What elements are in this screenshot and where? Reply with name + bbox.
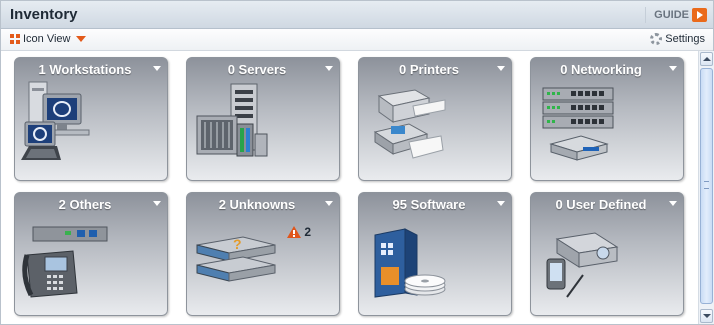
guide-button[interactable]: GUIDE bbox=[645, 7, 707, 23]
inventory-panel: Inventory GUIDE Icon View Settings 1 Wor… bbox=[0, 0, 714, 325]
tile-menu-chevron-icon[interactable] bbox=[497, 201, 505, 206]
scroll-up-button[interactable] bbox=[700, 52, 713, 66]
software-box-icon bbox=[374, 228, 446, 298]
tile-menu-chevron-icon[interactable] bbox=[325, 201, 333, 206]
tile-menu-chevron-icon[interactable] bbox=[669, 66, 677, 71]
tile-label: 2 Others bbox=[58, 197, 112, 212]
tile-servers[interactable]: 0 Servers bbox=[186, 57, 340, 181]
tile-label: 2 Unknowns bbox=[218, 197, 296, 212]
grid-icon bbox=[10, 34, 20, 44]
unknown-device-icon: ? bbox=[196, 236, 276, 282]
tile-label: 0 Servers bbox=[227, 62, 287, 77]
settings-button[interactable]: Settings bbox=[650, 33, 705, 45]
panel-title: Inventory bbox=[10, 6, 78, 23]
tile-networking[interactable]: 0 Networking bbox=[530, 57, 684, 181]
tile-label: 0 User Defined bbox=[555, 197, 647, 212]
tile-unknowns[interactable]: 2 Unknowns 2 ? bbox=[186, 192, 340, 316]
tile-menu-chevron-icon[interactable] bbox=[325, 66, 333, 71]
scroll-down-button[interactable] bbox=[700, 309, 713, 323]
user-defined-device-icon bbox=[546, 232, 619, 298]
network-switch-icon bbox=[542, 87, 614, 161]
warning-icon bbox=[287, 226, 302, 238]
scroll-thumb[interactable] bbox=[700, 68, 713, 304]
view-selector-label: Icon View bbox=[23, 33, 71, 45]
tile-label: 95 Software bbox=[392, 197, 466, 212]
settings-label: Settings bbox=[665, 33, 705, 45]
alert-count: 2 bbox=[304, 225, 311, 239]
tile-menu-chevron-icon[interactable] bbox=[669, 201, 677, 206]
tile-printers[interactable]: 0 Printers bbox=[358, 57, 512, 181]
alert-badge[interactable]: 2 bbox=[287, 225, 311, 239]
grip-icon bbox=[704, 181, 709, 189]
tile-others[interactable]: 2 Others bbox=[14, 192, 168, 316]
tile-label: 0 Printers bbox=[399, 62, 459, 77]
chevron-down-icon bbox=[75, 36, 86, 42]
arrow-down-icon bbox=[703, 314, 711, 318]
svg-text:?: ? bbox=[233, 236, 242, 252]
panel-header: Inventory GUIDE bbox=[1, 1, 713, 29]
tile-user-defined[interactable]: 0 User Defined bbox=[530, 192, 684, 316]
tile-workstations[interactable]: 1 Workstations bbox=[14, 57, 168, 181]
servers-icon bbox=[196, 83, 268, 157]
tile-menu-chevron-icon[interactable] bbox=[153, 201, 161, 206]
view-selector[interactable]: Icon View bbox=[10, 33, 86, 45]
workstations-icon bbox=[21, 81, 90, 160]
vertical-scrollbar[interactable] bbox=[698, 51, 714, 324]
tile-software[interactable]: 95 Software bbox=[358, 192, 512, 316]
play-icon bbox=[692, 8, 707, 22]
tile-label: 0 Networking bbox=[560, 62, 642, 77]
printer-icon bbox=[373, 89, 446, 159]
tile-menu-chevron-icon[interactable] bbox=[153, 66, 161, 71]
tile-menu-chevron-icon[interactable] bbox=[497, 66, 505, 71]
arrow-up-icon bbox=[703, 57, 711, 61]
guide-label: GUIDE bbox=[654, 9, 689, 21]
toolbar: Icon View Settings bbox=[1, 29, 713, 51]
tile-grid: 1 Workstations 0 Servers 0 Printers 0 Ne… bbox=[1, 51, 697, 324]
ip-phone-icon bbox=[22, 226, 108, 298]
gear-icon bbox=[650, 33, 663, 45]
tile-label: 1 Workstations bbox=[38, 62, 132, 77]
